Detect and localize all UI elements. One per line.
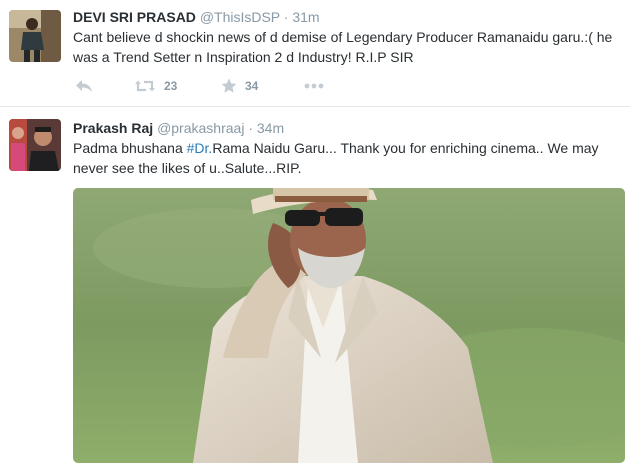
timestamp[interactable]: 34m xyxy=(257,120,284,136)
reply-button[interactable] xyxy=(75,76,93,96)
separator-dot: · xyxy=(248,120,253,136)
favorite-count: 34 xyxy=(245,79,259,93)
more-icon xyxy=(304,83,324,89)
star-icon xyxy=(221,78,237,94)
retweet-count: 23 xyxy=(164,79,178,93)
avatar[interactable] xyxy=(9,119,61,171)
user-name[interactable]: Prakash Raj xyxy=(73,120,153,136)
separator-dot: · xyxy=(283,9,289,25)
tweet-devi-sri-prasad[interactable]: DEVI SRI PRASAD @ThisIsDSP · 31m Cant be… xyxy=(0,0,630,107)
tweet-prakash-raj[interactable]: Prakash Raj @prakashraaj · 34m Padma bhu… xyxy=(0,107,630,463)
tweet-text-before: Padma bhushana xyxy=(73,140,187,156)
hashtag-link[interactable]: #Dr. xyxy=(187,140,213,156)
timestamp[interactable]: 31m xyxy=(292,9,319,25)
user-name[interactable]: DEVI SRI PRASAD xyxy=(73,9,196,25)
avatar[interactable] xyxy=(9,10,61,62)
tweet-photo[interactable] xyxy=(73,188,625,463)
reply-icon xyxy=(75,79,93,93)
tweet-text: Cant believe d shockin news of d demise … xyxy=(73,29,613,65)
tweet-header: Prakash Raj @prakashraaj · 34m xyxy=(73,120,284,136)
retweet-button[interactable]: 23 xyxy=(134,76,177,96)
tweet-actions: 23 34 xyxy=(73,76,373,96)
tweet-text: Padma bhushana #Dr.Rama Naidu Garu... Th… xyxy=(73,138,623,178)
user-handle[interactable]: @prakashraaj xyxy=(157,120,244,136)
user-handle[interactable]: @ThisIsDSP xyxy=(200,9,280,25)
more-button[interactable] xyxy=(304,76,324,96)
retweet-icon xyxy=(134,79,156,93)
tweet-header: DEVI SRI PRASAD @ThisIsDSP · 31m xyxy=(73,9,320,25)
favorite-button[interactable]: 34 xyxy=(221,76,258,96)
